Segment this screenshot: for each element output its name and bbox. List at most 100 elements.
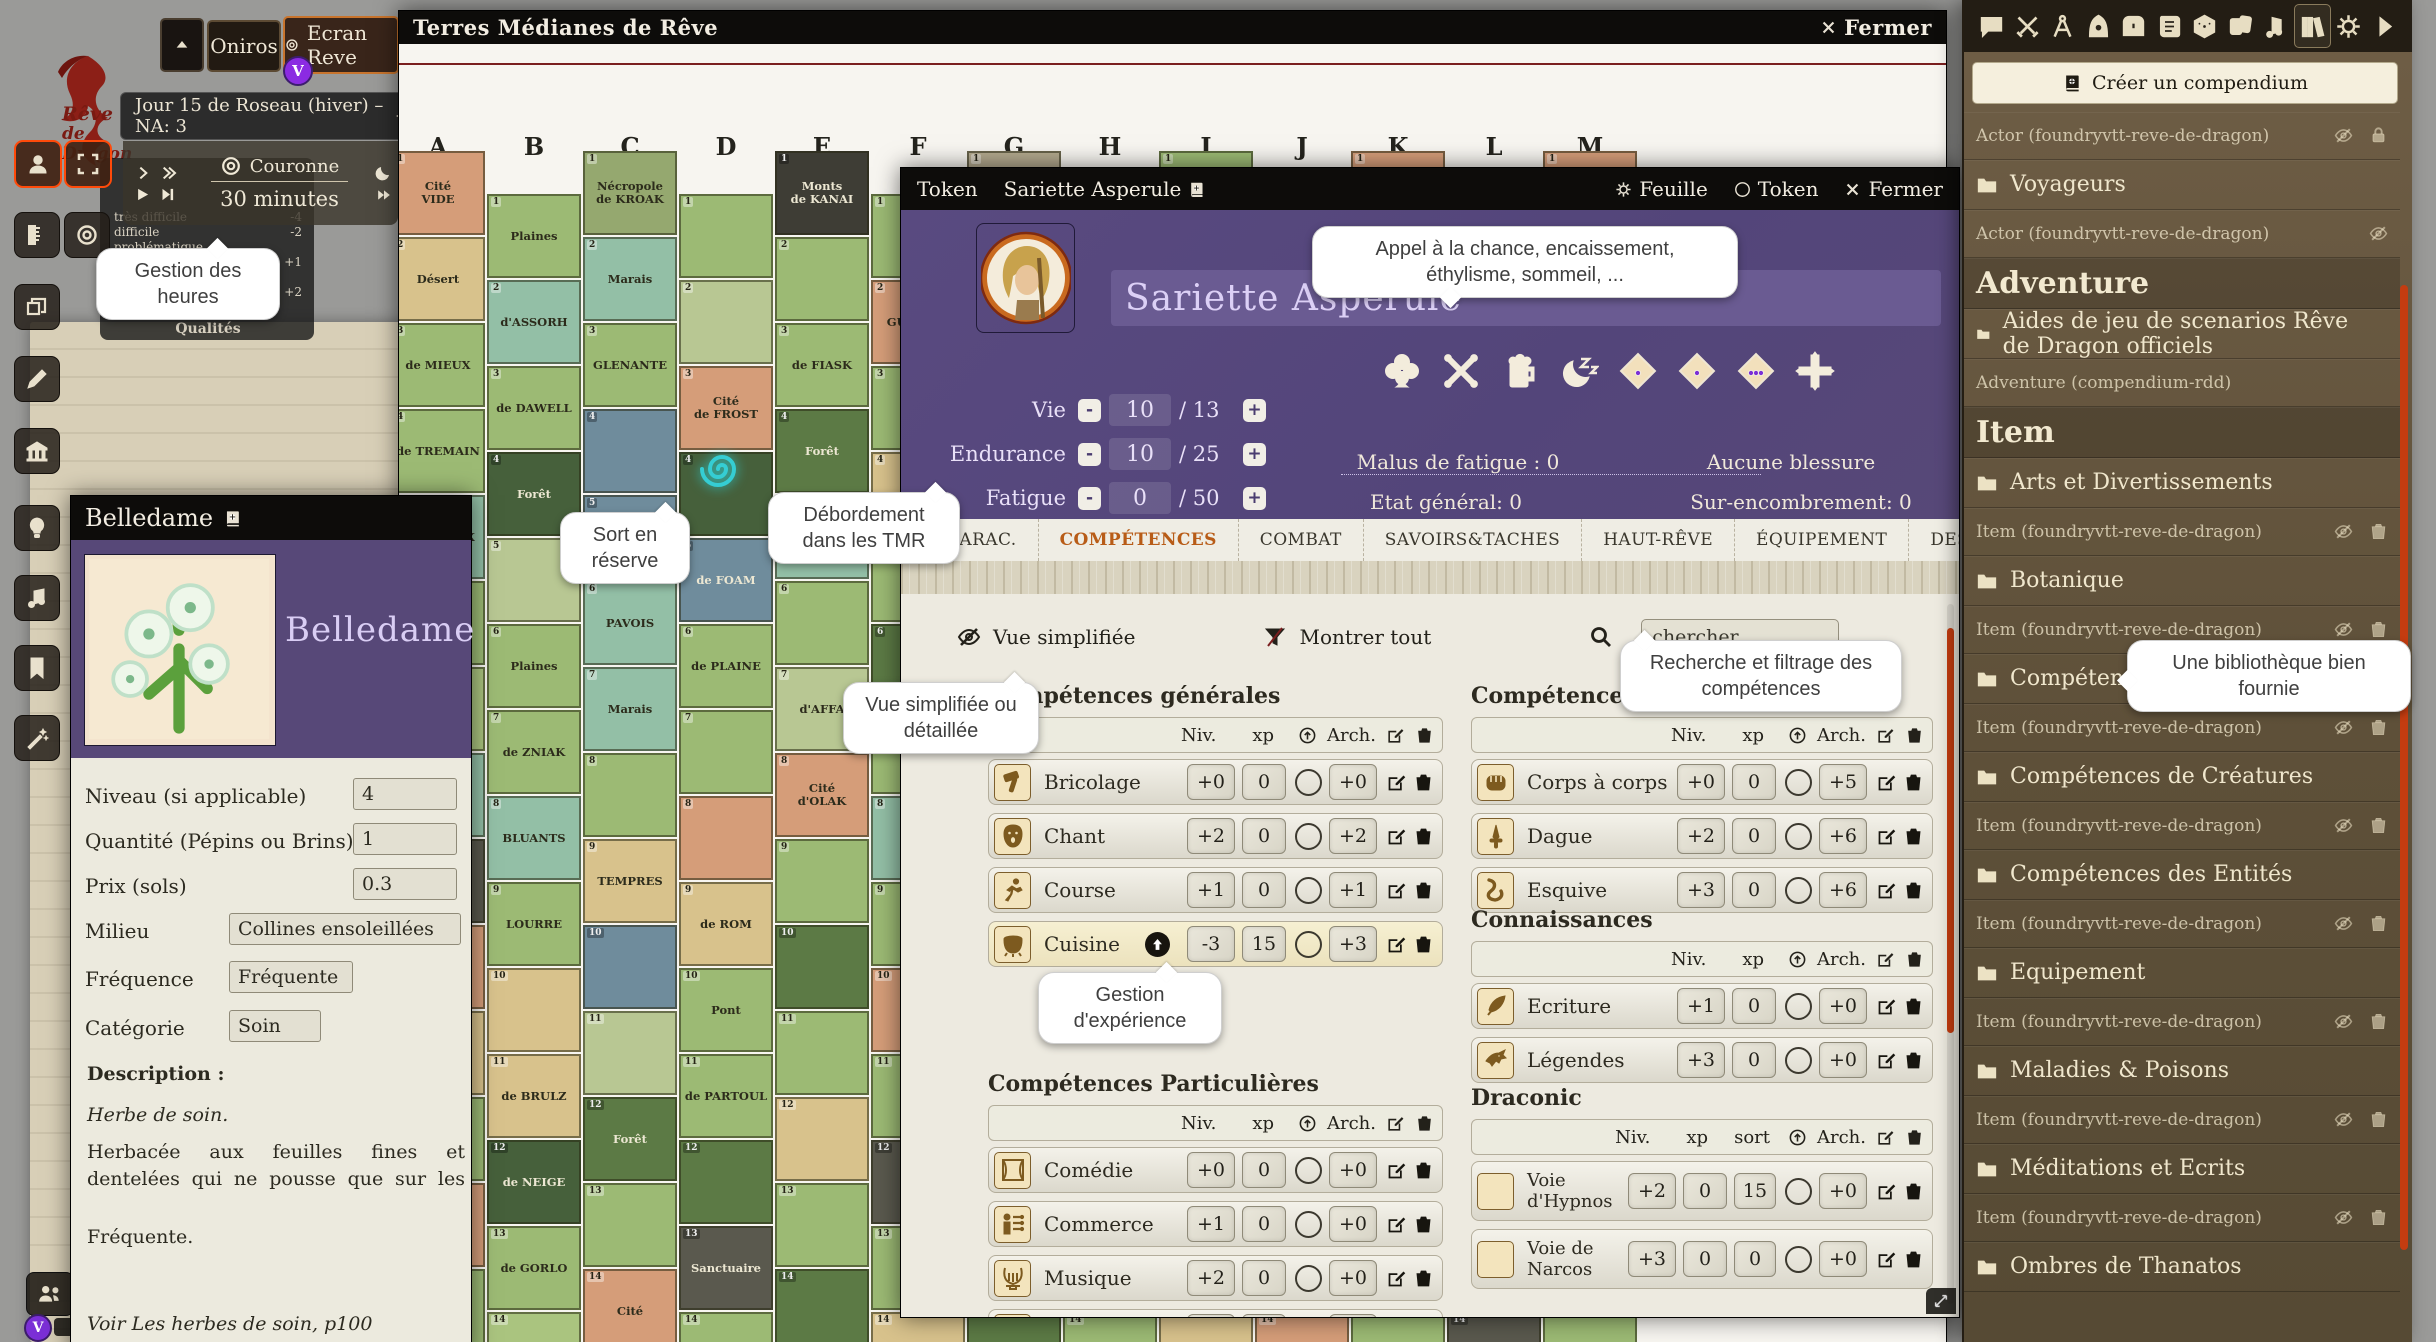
bonus-value[interactable]: +0 [1329, 1206, 1377, 1242]
bulb-tool-button[interactable] [14, 505, 60, 551]
eye-slash-icon[interactable] [2334, 1110, 2353, 1129]
archive-checkbox[interactable] [1295, 823, 1322, 850]
stat-value[interactable]: 10 [1109, 394, 1171, 426]
trash-icon[interactable] [2369, 620, 2388, 639]
bonus-value[interactable]: +6 [1819, 818, 1867, 854]
delete-skill-icon[interactable] [1413, 1160, 1434, 1181]
trash-icon[interactable] [2369, 1208, 2388, 1227]
skill-row-Dague[interactable]: Dague+20+6 [1471, 813, 1933, 859]
sidebar-entry-comp-tences-des-entit-s[interactable]: Compétences des Entités [1964, 850, 2400, 900]
edit-skill-icon[interactable] [1386, 880, 1407, 901]
bonus-value[interactable]: +3 [1329, 926, 1377, 962]
delete-skill-icon[interactable] [1413, 934, 1434, 955]
skill-row-Musique[interactable]: Musique+20+0 [988, 1255, 1443, 1301]
eye-slash-icon[interactable] [2334, 126, 2353, 145]
eye-slash-icon[interactable] [2334, 522, 2353, 541]
niv-value[interactable]: +2 [1187, 1260, 1235, 1296]
archive-checkbox[interactable] [1295, 769, 1322, 796]
eye-slash-icon[interactable] [957, 625, 981, 649]
archive-checkbox[interactable] [1295, 1265, 1322, 1292]
stat-value[interactable]: 0 [1109, 482, 1171, 514]
delete-skill-icon[interactable] [1903, 772, 1924, 793]
edit-skill-icon[interactable] [1876, 1181, 1897, 1202]
view-toggle[interactable]: Vue simplifiée [993, 625, 1135, 649]
bonus-value[interactable]: +5 [1819, 764, 1867, 800]
niv-value[interactable]: +3 [1628, 1241, 1676, 1277]
niv-value[interactable]: -3 [1187, 926, 1235, 962]
sheet-feuille-button[interactable]: Feuille [1615, 177, 1708, 201]
bonus-value[interactable]: +0 [1819, 1042, 1867, 1078]
eye-slash-icon[interactable] [2334, 1208, 2353, 1227]
xp-value[interactable]: 0 [1732, 988, 1776, 1024]
sidebar-entry-item-foundryvtt-reve-de-dragon[interactable]: Item (foundryvtt-reve-de-dragon) [1964, 900, 2400, 948]
person-tool-button[interactable] [14, 140, 62, 188]
trash-icon[interactable] [2369, 1110, 2388, 1129]
eye-slash-icon[interactable] [2369, 224, 2388, 243]
die1-roll-button[interactable] [1617, 350, 1659, 392]
wand-tool-button[interactable] [14, 715, 60, 761]
expand-tool-button[interactable] [64, 140, 112, 188]
pencil-tool-button[interactable] [14, 356, 60, 402]
skill-row-Voie d'Hypnos[interactable]: Voie d'Hypnos+2015+0 [1471, 1161, 1933, 1221]
tab-savoirs-taches[interactable]: SAVOIRS&TACHES [1363, 519, 1581, 561]
archive-checkbox[interactable] [1785, 1246, 1812, 1273]
item-image[interactable] [84, 554, 276, 746]
xp-value[interactable]: 0 [1242, 818, 1286, 854]
settings-icon[interactable] [2331, 5, 2367, 47]
archive-checkbox[interactable] [1295, 877, 1322, 904]
sidebar-entry-item-foundryvtt-reve-de-dragon[interactable]: Item (foundryvtt-reve-de-dragon) [1964, 1096, 2400, 1144]
bonus-value[interactable]: +1 [1329, 872, 1377, 908]
items-icon[interactable] [2116, 5, 2152, 47]
field-input[interactable]: Soin [229, 1010, 321, 1042]
sidebar-entry-m-ditations-et-ecrits[interactable]: Méditations et Ecrits [1964, 1144, 2400, 1194]
bonus-value[interactable]: +0 [1819, 1241, 1867, 1277]
niv-value[interactable]: +1 [1187, 872, 1235, 908]
niv-value[interactable]: +0 [1187, 764, 1235, 800]
journal-icon[interactable] [2152, 5, 2188, 47]
xp-value[interactable]: 0 [1242, 764, 1286, 800]
archive-checkbox[interactable] [1785, 1178, 1812, 1205]
edit-skill-icon[interactable] [1876, 996, 1897, 1017]
xp-value[interactable]: 0 [1242, 1206, 1286, 1242]
die3-roll-button[interactable] [1735, 350, 1777, 392]
night-icon[interactable] [374, 164, 392, 182]
compendium-import-icon[interactable] [1188, 181, 1205, 198]
niv-value[interactable]: +2 [1677, 818, 1725, 854]
sidebar-entry-equipement[interactable]: Equipement [1964, 948, 2400, 998]
music-tool-button[interactable] [14, 575, 60, 621]
tab--quipement[interactable]: ÉQUIPEMENT [1734, 519, 1908, 561]
niv-value[interactable]: +3 [1677, 1042, 1725, 1078]
xp-value[interactable]: 0 [1732, 764, 1776, 800]
ruler-tool-button[interactable] [14, 212, 60, 258]
window-resize-handle[interactable] [1926, 1288, 1956, 1314]
niv-value[interactable]: +2 [1628, 1173, 1676, 1209]
nav-scene-oniros[interactable]: Oniros [207, 20, 281, 72]
sidebar-entry-aides-de-jeu-de-scenarios-r-ve[interactable]: Aides de jeu de scenarios Rêve de Dragon… [1964, 309, 2400, 359]
playlists-icon[interactable] [2258, 5, 2294, 47]
skill-row-Chant[interactable]: Chant+20+2 [988, 813, 1443, 859]
sidebar-entry-comp-tences-de-cr-atures[interactable]: Compétences de Créatures [1964, 752, 2400, 802]
sidebar-entry-item-foundryvtt-reve-de-dragon[interactable]: Item (foundryvtt-reve-de-dragon) [1964, 998, 2400, 1046]
bonus-value[interactable]: +6 [1819, 872, 1867, 908]
niv-value[interactable] [1187, 1314, 1235, 1318]
trash-icon[interactable] [2369, 1012, 2388, 1031]
sheet-scrollbar-thumb[interactable] [1947, 628, 1954, 1033]
edit-skill-icon[interactable] [1876, 826, 1897, 847]
stat-value[interactable]: 10 [1109, 438, 1171, 470]
delete-skill-icon[interactable] [1903, 826, 1924, 847]
archive-checkbox[interactable] [1785, 769, 1812, 796]
field-input[interactable]: 1 [353, 823, 457, 855]
stat-decrease-button[interactable]: - [1078, 399, 1101, 422]
trash-icon[interactable] [2369, 522, 2388, 541]
time-fast-forward-icon[interactable] [161, 165, 177, 181]
skill-row-Voie de Narcos[interactable]: Voie de Narcos+300+0 [1471, 1229, 1933, 1289]
bonus-value[interactable]: +0 [1329, 764, 1377, 800]
die2-roll-button[interactable] [1676, 350, 1718, 392]
eye-slash-icon[interactable] [2334, 816, 2353, 835]
actor-portrait[interactable] [976, 223, 1075, 333]
sheet-fermer-button[interactable]: Fermer [1844, 177, 1943, 201]
eye-slash-icon[interactable] [2334, 718, 2353, 737]
beer-roll-button[interactable] [1499, 350, 1541, 392]
archive-checkbox[interactable] [1785, 823, 1812, 850]
stat-increase-button[interactable]: + [1243, 399, 1266, 422]
